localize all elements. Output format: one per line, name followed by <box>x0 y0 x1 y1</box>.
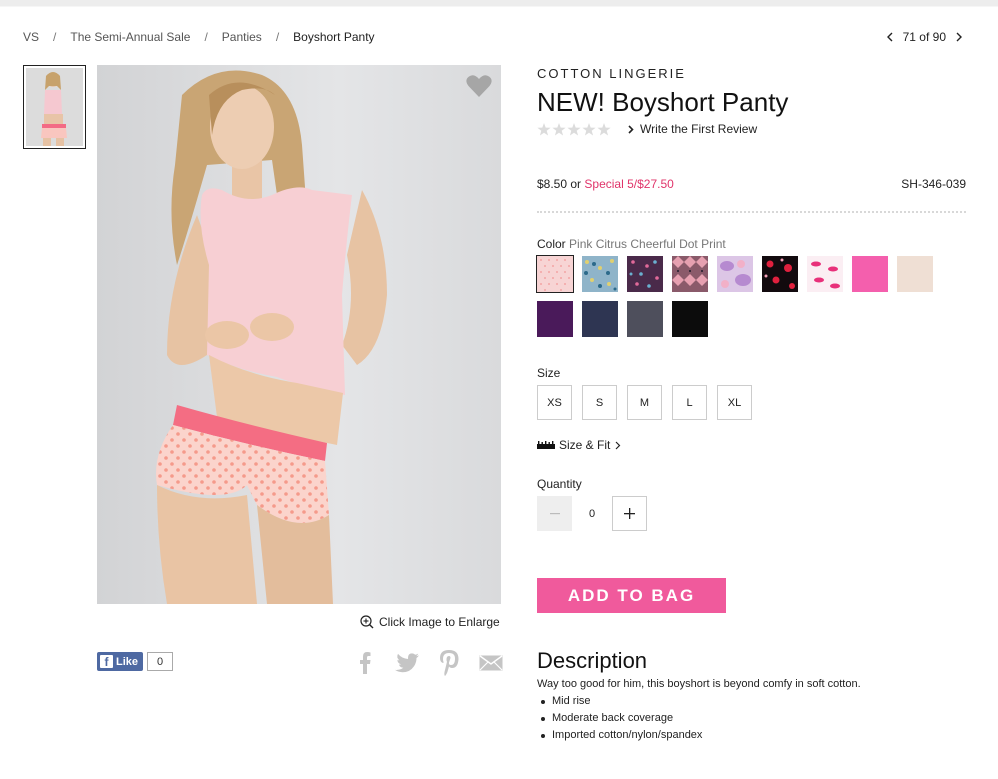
breadcrumb-current: Boyshort Panty <box>293 30 375 44</box>
regular-price: $8.50 <box>537 177 568 191</box>
price-or: or <box>570 177 582 191</box>
favorite-heart-icon[interactable] <box>466 74 492 98</box>
facebook-icon: f <box>100 655 113 668</box>
breadcrumb-separator: / <box>275 30 280 44</box>
list-item: Moderate back coverage <box>541 712 702 729</box>
selected-color-name: Pink Citrus Cheerful Dot Print <box>569 237 726 251</box>
pager-count: 71 of 90 <box>902 30 946 44</box>
star-icon <box>582 123 596 136</box>
quantity-stepper: 0 <box>537 496 647 531</box>
swatch-nude[interactable] <box>897 256 933 292</box>
star-icon <box>567 123 581 136</box>
star-icon <box>552 123 566 136</box>
swatch-pink-citrus-dot[interactable] <box>536 255 574 293</box>
list-item: Mid rise <box>541 695 702 712</box>
bullet-text: Mid rise <box>552 695 591 707</box>
product-price: $8.50 or Special 5/$27.50 <box>537 177 674 191</box>
facebook-share-icon[interactable] <box>353 650 377 676</box>
size-label: Size <box>537 366 561 380</box>
quantity-increase-button[interactable] <box>612 496 647 531</box>
chevron-right-icon <box>615 441 621 449</box>
swatch-purple[interactable] <box>537 301 573 337</box>
breadcrumb-separator: / <box>53 30 57 44</box>
swatch-hot-pink[interactable] <box>852 256 888 292</box>
special-price: Special 5/$27.50 <box>584 177 674 191</box>
size-s-button[interactable]: S <box>582 385 617 420</box>
facebook-like-button[interactable]: f Like <box>97 652 144 671</box>
breadcrumb-separator: / <box>204 30 208 44</box>
twitter-share-icon[interactable] <box>395 650 419 676</box>
size-xs-button[interactable]: XS <box>537 385 572 420</box>
pinterest-share-icon[interactable] <box>437 650 461 676</box>
breadcrumb-panties[interactable]: Panties <box>222 30 262 44</box>
description-bullets: Mid rise Moderate back coverage Imported… <box>541 695 702 746</box>
facebook-like-widget: f Like 0 <box>97 652 174 671</box>
size-l-button[interactable]: L <box>672 385 707 420</box>
swatch-charcoal[interactable] <box>627 301 663 337</box>
share-icons <box>353 650 503 676</box>
star-icon <box>597 123 611 136</box>
like-label: Like <box>116 655 139 668</box>
ruler-icon <box>537 441 555 449</box>
product-sku: SH-346-039 <box>901 177 966 191</box>
breadcrumb-semi-annual-sale[interactable]: The Semi-Annual Sale <box>70 30 190 44</box>
write-review-link[interactable]: Write the First Review <box>628 122 757 136</box>
swatch-black-red-hearts[interactable] <box>762 256 798 292</box>
size-fit-label: Size & Fit <box>559 438 611 452</box>
swatch-purple-confetti[interactable] <box>627 256 663 292</box>
quantity-value[interactable]: 0 <box>572 508 612 520</box>
color-label-text: Color <box>537 237 566 251</box>
enlarge-label: Click Image to Enlarge <box>379 615 500 629</box>
swatch-navy[interactable] <box>582 301 618 337</box>
size-m-button[interactable]: M <box>627 385 662 420</box>
like-count: 0 <box>147 652 174 671</box>
product-main-image[interactable] <box>97 65 501 604</box>
top-bar-divider <box>0 6 998 7</box>
swatch-lips-print[interactable] <box>807 256 843 292</box>
breadcrumb-vs[interactable]: VS <box>23 30 39 44</box>
quantity-label: Quantity <box>537 477 582 491</box>
star-icon <box>537 123 551 136</box>
quantity-decrease-button[interactable] <box>537 496 572 531</box>
bullet-text: Imported cotton/nylon/spandex <box>552 729 703 741</box>
next-product-icon[interactable] <box>952 30 966 44</box>
rating-stars <box>537 123 612 136</box>
swatch-lavender-floral[interactable] <box>717 256 753 292</box>
color-label: Color Pink Citrus Cheerful Dot Print <box>537 237 726 251</box>
divider <box>537 211 966 213</box>
size-options: XS S M L XL <box>537 385 762 420</box>
size-xl-button[interactable]: XL <box>717 385 752 420</box>
description-text: Way too good for him, this boyshort is b… <box>537 678 861 690</box>
product-title: NEW! Boyshort Panty <box>537 87 789 117</box>
zoom-in-icon <box>360 615 374 629</box>
minus-icon <box>549 512 560 514</box>
bullet-text: Moderate back coverage <box>552 712 674 724</box>
click-to-enlarge-link[interactable]: Click Image to Enlarge <box>360 615 500 629</box>
description-title: Description <box>537 648 648 673</box>
size-fit-link[interactable]: Size & Fit <box>537 438 621 452</box>
product-brand: COTTON LINGERIE <box>537 66 686 81</box>
swatch-geometric-print[interactable] <box>672 256 708 292</box>
email-share-icon[interactable] <box>479 650 503 676</box>
product-pager: 71 of 90 <box>883 30 966 44</box>
breadcrumb: VS / The Semi-Annual Sale / Panties / Bo… <box>23 30 375 44</box>
chevron-right-icon <box>628 124 634 134</box>
plus-icon <box>624 508 635 519</box>
product-thumbnail[interactable] <box>23 65 86 149</box>
swatch-black[interactable] <box>672 301 708 337</box>
write-review-label: Write the First Review <box>640 122 758 136</box>
add-to-bag-button[interactable]: ADD TO BAG <box>537 578 726 613</box>
swatch-blue-print[interactable] <box>582 256 618 292</box>
list-item: Imported cotton/nylon/spandex <box>541 729 702 746</box>
previous-product-icon[interactable] <box>883 30 897 44</box>
